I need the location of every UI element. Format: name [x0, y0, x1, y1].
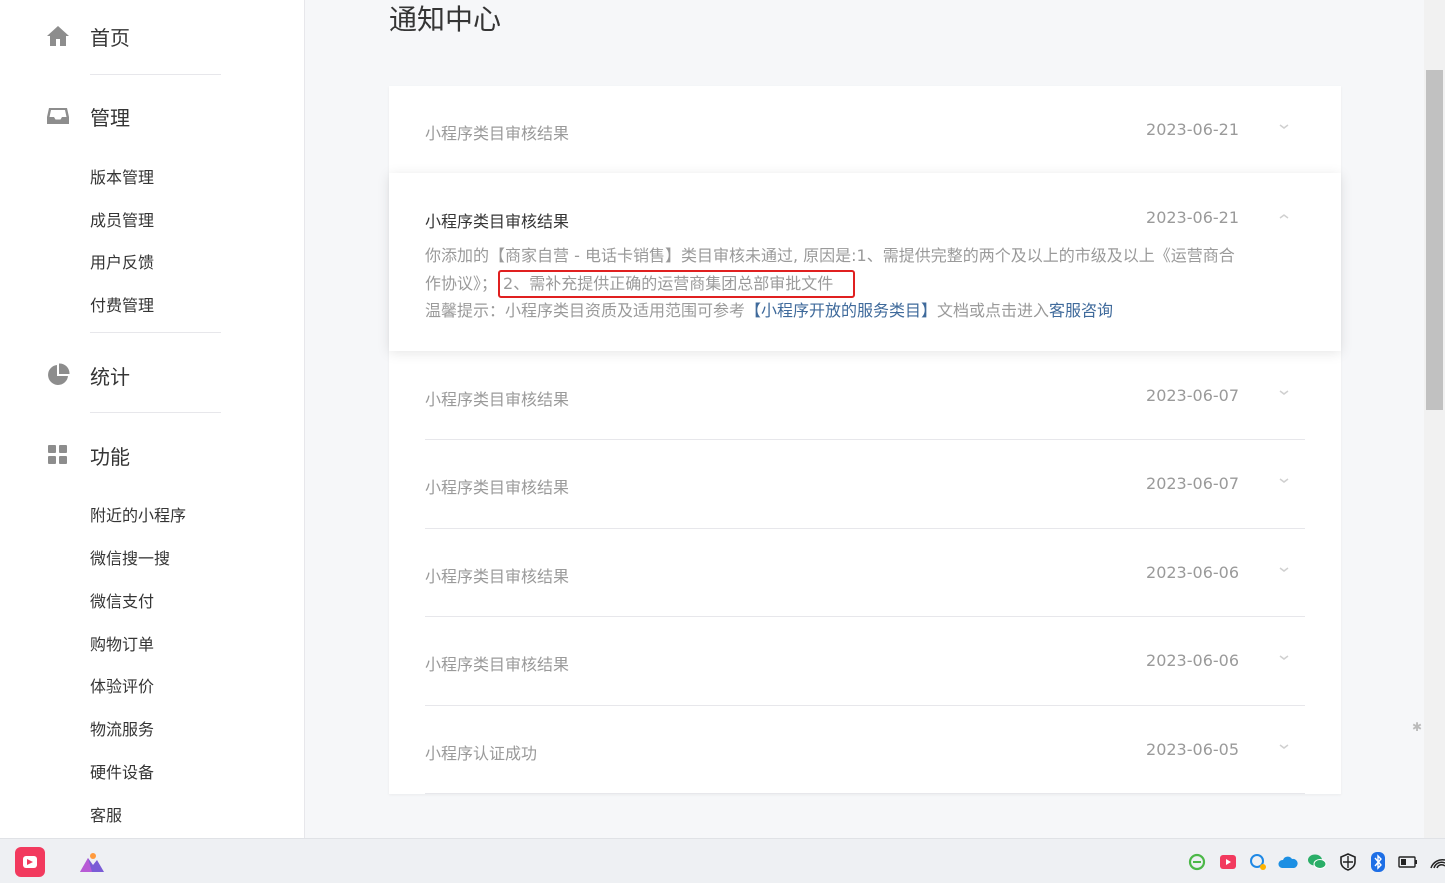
notification-title: 小程序类目审核结果	[425, 390, 570, 409]
sidebar-item-label: 首页	[90, 25, 130, 50]
notification-item[interactable]: 小程序类目审核结果 2023-06-07	[389, 440, 1341, 529]
sidebar-item-payment-manage[interactable]: 付费管理	[90, 292, 154, 316]
chevron-up-icon[interactable]	[1279, 211, 1289, 221]
chevron-down-icon[interactable]	[1279, 742, 1289, 752]
notification-date: 2023-06-07	[1146, 386, 1239, 405]
notification-tip: 温馨提示：小程序类目资质及适用范围可参考【小程序开放的服务类目】文档或点击进入客…	[425, 297, 1113, 321]
battery-icon[interactable]	[1398, 852, 1418, 872]
notification-item[interactable]: 小程序类目审核结果 2023-06-21	[389, 86, 1341, 173]
sidebar-item-hardware[interactable]: 硬件设备	[90, 759, 154, 783]
wifi-icon[interactable]	[1428, 852, 1445, 872]
page-title: 通知中心	[389, 3, 502, 36]
taskbar	[0, 838, 1445, 883]
vertical-scrollbar[interactable]	[1424, 0, 1445, 838]
ie-icon[interactable]	[1187, 852, 1207, 872]
notification-item[interactable]: 小程序类目审核结果 2023-06-06	[389, 528, 1341, 617]
sidebar: 首页 管理 版本管理 成员管理 用户反馈 付费管理 统计 功能 附近的小程序 微…	[0, 0, 305, 838]
notification-item[interactable]: 小程序类目审核结果 2023-06-06	[389, 617, 1341, 706]
chevron-down-icon[interactable]	[1279, 122, 1289, 132]
divider	[90, 332, 221, 333]
divider	[425, 793, 1305, 794]
shield-icon[interactable]	[1338, 852, 1358, 872]
notification-item-expanded[interactable]: 小程序类目审核结果 2023-06-21 你添加的【商家自营 - 电话卡销售】类…	[389, 173, 1341, 351]
sidebar-item-stats[interactable]: 统计	[46, 363, 130, 389]
mountain-app-icon[interactable]	[77, 847, 107, 877]
notification-date: 2023-06-07	[1146, 474, 1239, 493]
home-icon	[46, 24, 70, 48]
chevron-down-icon[interactable]	[1279, 476, 1289, 486]
grid-icon	[46, 443, 70, 467]
notification-body: 你添加的【商家自营 - 电话卡销售】类目审核未通过, 原因是:1、需提供完整的两…	[425, 243, 1245, 298]
sidebar-item-orders[interactable]: 购物订单	[90, 631, 154, 655]
inbox-icon	[46, 104, 70, 128]
divider	[90, 74, 221, 75]
notification-date: 2023-06-21	[1146, 208, 1239, 227]
sidebar-item-feedback[interactable]: 用户反馈	[90, 249, 154, 273]
sidebar-item-nearby[interactable]: 附近的小程序	[90, 502, 186, 526]
notification-date: 2023-06-06	[1146, 651, 1239, 670]
pie-chart-icon	[46, 363, 70, 387]
sidebar-item-features[interactable]: 功能	[46, 443, 130, 469]
highlighted-reason: 2、需补充提供正确的运营商集团总部审批文件	[498, 269, 856, 298]
bluetooth-icon[interactable]	[1368, 852, 1388, 872]
sidebar-item-rating[interactable]: 体验评价	[90, 673, 154, 697]
scrollbar-thumb[interactable]	[1426, 70, 1443, 410]
notification-title: 小程序认证成功	[425, 744, 538, 763]
notification-item[interactable]: 小程序认证成功 2023-06-05	[389, 705, 1341, 794]
sidebar-item-label: 管理	[90, 105, 130, 130]
sidebar-item-wechat-pay[interactable]: 微信支付	[90, 588, 154, 612]
sidebar-item-label: 统计	[90, 364, 130, 389]
onedrive-icon[interactable]	[1278, 852, 1298, 872]
sidebar-item-version[interactable]: 版本管理	[90, 164, 154, 188]
notification-title: 小程序类目审核结果	[425, 212, 570, 231]
notification-title: 小程序类目审核结果	[425, 655, 570, 674]
notification-date: 2023-06-21	[1146, 120, 1239, 139]
sidebar-item-customer-service[interactable]: 客服	[90, 802, 122, 826]
chat-icon[interactable]	[1248, 852, 1268, 872]
notification-item[interactable]: 小程序类目审核结果 2023-06-07	[389, 351, 1341, 440]
sidebar-item-manage[interactable]: 管理	[46, 104, 130, 130]
notification-title: 小程序类目审核结果	[425, 124, 570, 143]
pin-icon[interactable]: ✱	[1412, 720, 1422, 734]
notification-date: 2023-06-06	[1146, 563, 1239, 582]
chevron-down-icon[interactable]	[1279, 653, 1289, 663]
kuaishou-tray-icon[interactable]	[1218, 852, 1238, 872]
sidebar-item-wechat-search[interactable]: 微信搜一搜	[90, 545, 170, 569]
customer-service-link[interactable]: 客服咨询	[1049, 301, 1113, 320]
notification-title: 小程序类目审核结果	[425, 567, 570, 586]
sidebar-item-label: 功能	[90, 444, 130, 469]
wechat-icon[interactable]	[1307, 852, 1327, 872]
service-category-link[interactable]: 【小程序开放的服务类目】	[745, 301, 937, 320]
sidebar-item-logistics[interactable]: 物流服务	[90, 716, 154, 740]
notification-title: 小程序类目审核结果	[425, 478, 570, 497]
main-content: 通知中心 小程序类目审核结果 2023-06-21 小程序类目审核结果 2023…	[305, 0, 1424, 838]
divider	[90, 412, 221, 413]
tip-text: 文档或点击进入	[937, 301, 1050, 320]
chevron-down-icon[interactable]	[1279, 388, 1289, 398]
tip-text: 温馨提示：小程序类目资质及适用范围可参考	[425, 301, 746, 320]
sidebar-item-home[interactable]: 首页	[46, 24, 130, 50]
chevron-down-icon[interactable]	[1279, 565, 1289, 575]
sidebar-item-members[interactable]: 成员管理	[90, 207, 154, 231]
kuaishou-app-icon[interactable]	[15, 847, 45, 877]
notification-date: 2023-06-05	[1146, 740, 1239, 759]
